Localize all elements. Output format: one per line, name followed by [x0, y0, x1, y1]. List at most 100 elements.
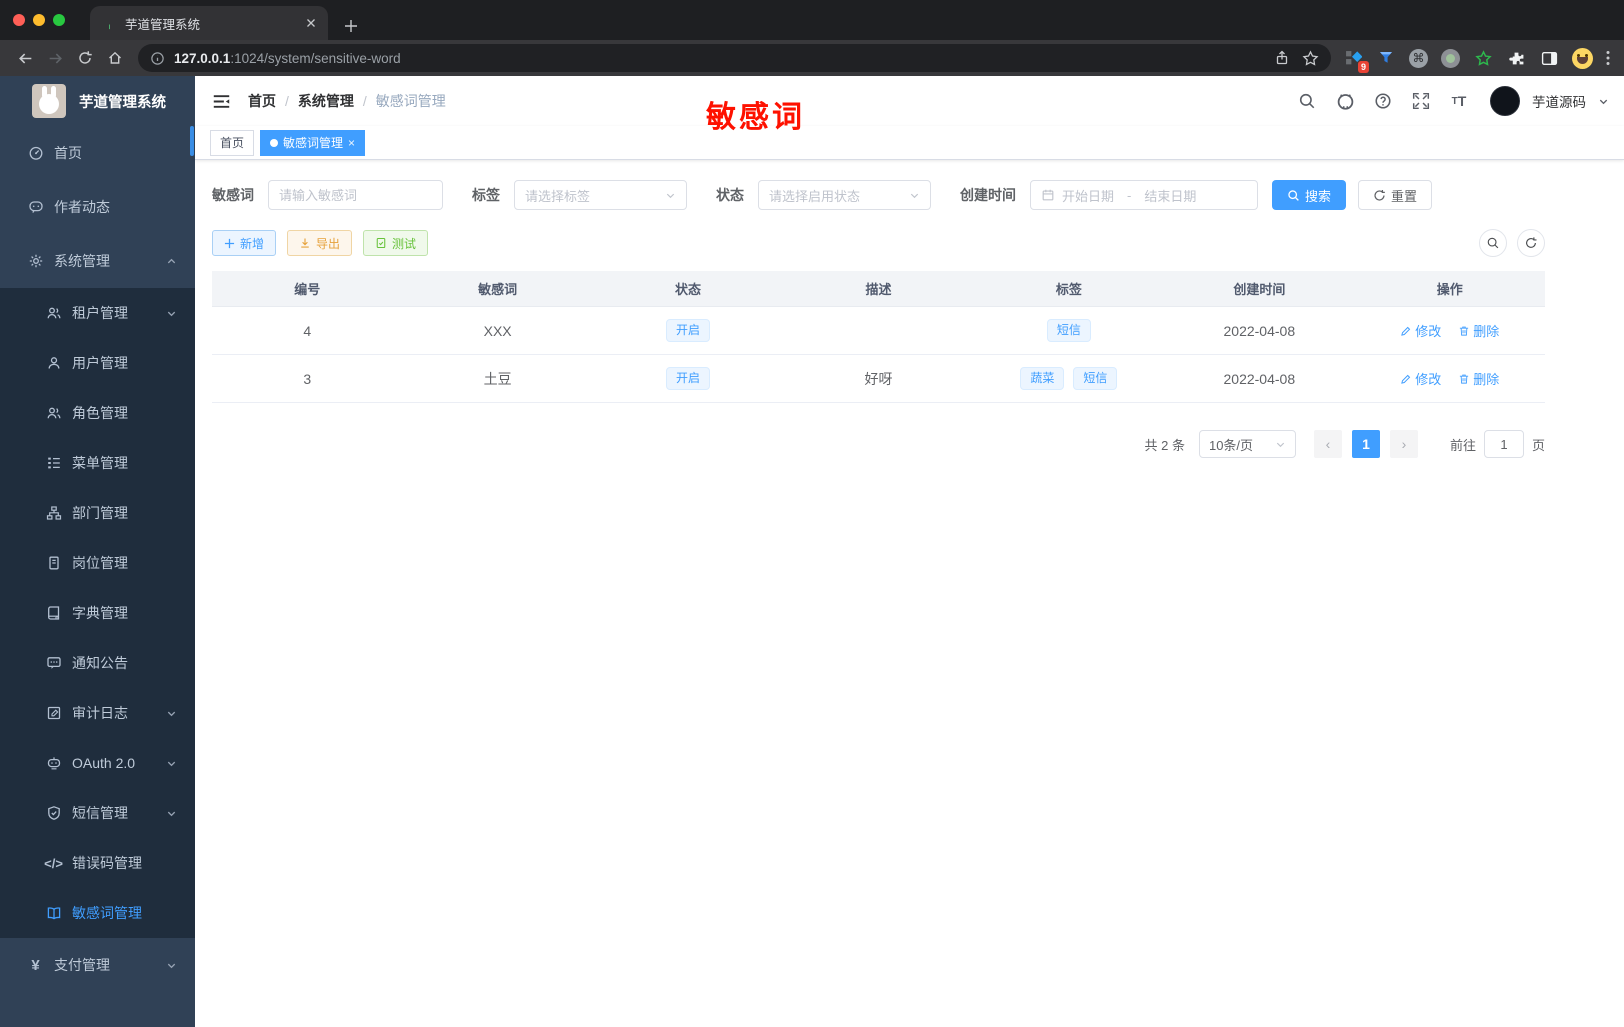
- extension-grid-icon[interactable]: 9: [1343, 48, 1369, 73]
- pencil-icon: [1401, 326, 1411, 336]
- search-button[interactable]: 搜索: [1272, 180, 1347, 210]
- sidebar-item-announcement[interactable]: 通知公告: [0, 638, 195, 688]
- sidebar-panel-icon[interactable]: [1539, 48, 1559, 68]
- breadcrumb-home[interactable]: 首页: [248, 91, 276, 111]
- user-menu-caret-icon[interactable]: [1598, 96, 1609, 107]
- url-bar[interactable]: 127.0.0.1:1024/system/sensitive-word: [138, 44, 1331, 72]
- sidebar-item-label: 岗位管理: [72, 555, 128, 571]
- sidebar: 芋道管理系统 首页 作者动态 系统管理 租户管理 用户管理 角色管理 菜单管理 …: [0, 76, 195, 1027]
- sidebar-item-user[interactable]: 用户管理: [0, 338, 195, 388]
- back-icon[interactable]: [10, 44, 40, 72]
- prev-page-button[interactable]: ‹: [1313, 430, 1342, 458]
- sidebar-item-label: 部门管理: [72, 505, 128, 521]
- keyword-input[interactable]: [279, 187, 432, 203]
- page-number-button[interactable]: 1: [1351, 430, 1380, 458]
- sidebar-item-dictionary[interactable]: 字典管理: [0, 588, 195, 638]
- table-search-toggle-button[interactable]: [1479, 229, 1507, 257]
- sidebar-item-department[interactable]: 部门管理: [0, 488, 195, 538]
- fullscreen-icon[interactable]: [1408, 88, 1434, 114]
- funnel-icon[interactable]: [1376, 48, 1396, 68]
- edit-link[interactable]: 修改: [1400, 321, 1441, 340]
- sidebar-item-error-code[interactable]: </> 错误码管理: [0, 838, 195, 888]
- view-tab-home[interactable]: 首页: [210, 129, 255, 156]
- sidebar-item-label: 菜单管理: [72, 455, 128, 471]
- cell-create-time: 2022-04-08: [1223, 370, 1296, 387]
- edit-link[interactable]: 修改: [1400, 369, 1441, 388]
- tag-select-placeholder: 请选择标签: [525, 188, 591, 204]
- home-icon[interactable]: [100, 44, 130, 72]
- user-avatar[interactable]: [1490, 86, 1520, 116]
- zoom-window-button[interactable]: [53, 14, 65, 26]
- chevron-down-icon: [167, 963, 176, 968]
- reset-button[interactable]: 重置: [1358, 180, 1433, 210]
- refresh-icon: [1374, 189, 1385, 201]
- sidebar-item-role[interactable]: 角色管理: [0, 388, 195, 438]
- add-button[interactable]: 新增: [212, 230, 277, 256]
- sidebar-item-system[interactable]: 系统管理: [0, 234, 195, 288]
- sidebar-toggle-icon[interactable]: [210, 90, 232, 112]
- forward-icon[interactable]: [40, 44, 70, 72]
- close-window-button[interactable]: [13, 14, 25, 26]
- search-icon[interactable]: [1294, 88, 1320, 114]
- delete-link[interactable]: 删除: [1458, 321, 1499, 340]
- browser-tab-strip: 芋道管理系统: [0, 0, 1624, 40]
- new-tab-button[interactable]: [344, 19, 358, 33]
- export-button[interactable]: 导出: [287, 230, 353, 256]
- sidebar-scrollbar-thumb[interactable]: [190, 126, 194, 156]
- sidebar-item-tenant[interactable]: 租户管理: [0, 288, 195, 338]
- green-star-icon[interactable]: [1473, 48, 1493, 68]
- table-refresh-button[interactable]: [1517, 229, 1545, 257]
- delete-link[interactable]: 删除: [1458, 369, 1499, 388]
- font-size-icon[interactable]: TT: [1446, 88, 1472, 114]
- sidebar-item-oauth[interactable]: OAuth 2.0: [0, 738, 195, 788]
- sidebar-item-menu[interactable]: 菜单管理: [0, 438, 195, 488]
- sidebar-item-home[interactable]: 首页: [0, 126, 195, 180]
- kebab-menu-icon[interactable]: [1606, 50, 1610, 66]
- sidebar-item-payment[interactable]: ¥ 支付管理: [0, 938, 195, 992]
- browser-tab[interactable]: 芋道管理系统: [90, 6, 328, 40]
- pencil-icon: [1401, 374, 1411, 384]
- date-range-picker[interactable]: 开始日期 - 结束日期: [1030, 180, 1258, 210]
- sidebar-item-audit-log[interactable]: 审计日志: [0, 688, 195, 738]
- next-page-button[interactable]: ›: [1389, 430, 1418, 458]
- sidebar-item-sms[interactable]: 短信管理: [0, 788, 195, 838]
- puzzle-icon[interactable]: [1506, 48, 1526, 68]
- reload-icon[interactable]: [70, 44, 100, 72]
- tab-close-icon[interactable]: ×: [348, 137, 355, 149]
- plus-icon: [224, 238, 235, 248]
- emoji-avatar[interactable]: [1572, 47, 1593, 69]
- search-icon: [1487, 237, 1499, 249]
- cell-actions: 修改 删除: [1355, 369, 1545, 388]
- info-icon[interactable]: [150, 51, 165, 66]
- sidebar-item-label: OAuth 2.0: [72, 755, 136, 771]
- column-header: 操作: [1436, 282, 1463, 297]
- test-button[interactable]: 测试: [363, 230, 429, 256]
- help-icon[interactable]: [1370, 88, 1396, 114]
- share-icon[interactable]: [1274, 50, 1290, 66]
- tag-select[interactable]: 请选择标签: [514, 180, 687, 210]
- bookmark-star-icon[interactable]: [1302, 49, 1319, 67]
- tab-close-icon[interactable]: [306, 18, 316, 28]
- code-icon: </>: [44, 855, 63, 871]
- minimize-window-button[interactable]: [33, 14, 45, 26]
- github-icon[interactable]: [1332, 88, 1358, 114]
- status-select[interactable]: 请选择启用状态: [758, 180, 931, 210]
- page-size-select[interactable]: 10条/页: [1198, 430, 1296, 458]
- sidebar-item-label: 敏感词管理: [72, 905, 142, 921]
- goto-page-input[interactable]: [1483, 430, 1524, 458]
- sidebar-item-sensitive-word[interactable]: 敏感词管理: [0, 888, 195, 938]
- sidebar-item-post[interactable]: 岗位管理: [0, 538, 195, 588]
- status-badge: 开启: [666, 366, 711, 391]
- breadcrumb-system[interactable]: 系统管理: [298, 91, 354, 111]
- command-icon[interactable]: ⌘: [1409, 48, 1428, 68]
- sidebar-item-author-news[interactable]: 作者动态: [0, 180, 195, 234]
- trash-icon: [1460, 374, 1469, 384]
- sidebar-item-label: 审计日志: [72, 705, 128, 721]
- app-logo-row[interactable]: 芋道管理系统: [0, 76, 195, 126]
- view-tab-sensitive-word[interactable]: 敏感词管理 ×: [260, 129, 366, 156]
- chat-face-icon: [27, 199, 44, 215]
- cell-status: 开启: [593, 366, 783, 391]
- column-header: 敏感词: [478, 282, 518, 297]
- recorder-icon[interactable]: [1441, 48, 1460, 68]
- sidebar-item-label: 短信管理: [72, 805, 128, 821]
